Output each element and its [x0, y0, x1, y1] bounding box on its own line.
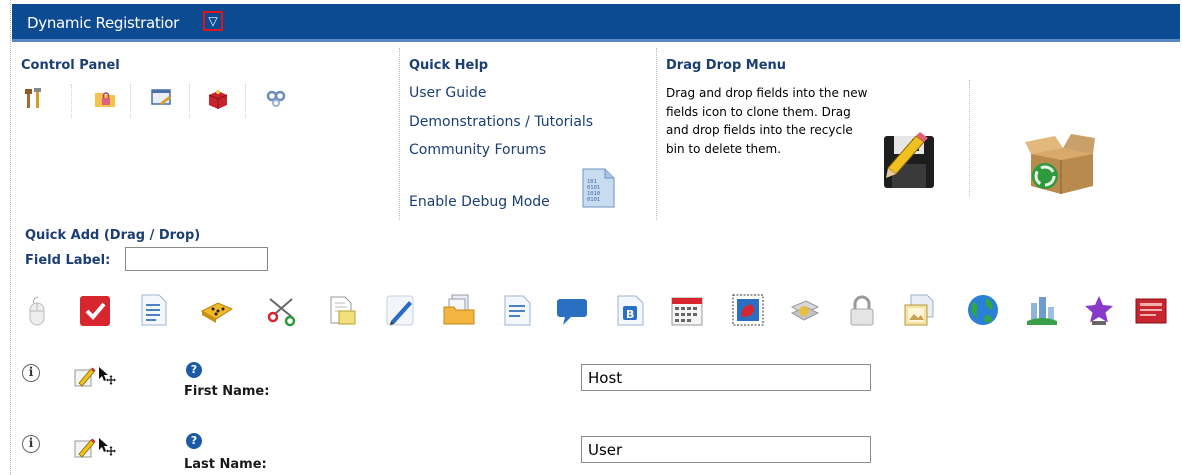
separator — [130, 84, 131, 118]
pen-icon[interactable] — [383, 293, 417, 327]
separator — [71, 84, 72, 118]
list-document-icon[interactable] — [137, 293, 171, 327]
city-icon[interactable] — [1025, 293, 1059, 327]
binary-document-icon[interactable]: 101 0101 1010 0101 — [580, 167, 616, 209]
recycle-bin-icon[interactable] — [1023, 130, 1097, 196]
module-title: Dynamic Registratior — [27, 14, 180, 32]
info-icon[interactable]: i — [22, 435, 40, 453]
column-divider — [399, 48, 400, 220]
gears-icon[interactable] — [264, 86, 288, 110]
move-field-icon[interactable] — [97, 366, 117, 386]
calendar-icon[interactable] — [670, 293, 704, 327]
column-divider — [656, 48, 657, 220]
document-copy-icon[interactable] — [325, 293, 359, 327]
banner-icon[interactable] — [1134, 293, 1168, 327]
folder-documents-icon[interactable] — [442, 293, 476, 327]
move-field-icon[interactable] — [97, 437, 117, 457]
user-guide-link[interactable]: User Guide — [409, 85, 486, 101]
scissors-icon[interactable] — [264, 293, 298, 327]
module-titlebar: Dynamic Registratior ▽ — [12, 4, 1180, 42]
last-name-input[interactable] — [581, 436, 871, 463]
enable-debug-mode-link[interactable]: Enable Debug Mode — [409, 194, 550, 210]
help-icon[interactable]: ? — [186, 362, 202, 378]
speech-bubble-icon[interactable] — [555, 293, 589, 327]
first-name-input[interactable] — [581, 364, 871, 391]
first-name-label: First Name: — [184, 384, 270, 399]
separator — [245, 84, 246, 118]
image-document-icon[interactable] — [903, 293, 937, 327]
window-edit-icon[interactable] — [150, 86, 174, 110]
svg-text:0101: 0101 — [587, 197, 600, 203]
edit-field-icon[interactable] — [74, 437, 96, 459]
stamp-icon[interactable] — [731, 293, 765, 327]
help-icon[interactable]: ? — [186, 433, 202, 449]
globe-icon[interactable] — [966, 293, 1000, 327]
checkbox-icon[interactable] — [78, 293, 112, 327]
demonstrations-tutorials-link[interactable]: Demonstrations / Tutorials — [409, 114, 593, 130]
padlock-icon[interactable] — [845, 293, 879, 327]
community-forums-link[interactable]: Community Forums — [409, 142, 546, 158]
tools-icon[interactable] — [22, 86, 46, 110]
dice-icon[interactable] — [200, 293, 234, 327]
text-document-icon[interactable] — [500, 293, 534, 327]
quick-add-heading: Quick Add (Drag / Drop) — [25, 228, 201, 243]
drag-drop-instructions: Drag and drop fields into the new fields… — [666, 86, 868, 156]
bold-document-icon[interactable]: B — [613, 293, 647, 327]
info-icon[interactable]: i — [22, 364, 40, 382]
folder-lock-icon[interactable] — [93, 86, 117, 110]
svg-text:B: B — [626, 308, 634, 321]
separator — [189, 84, 190, 118]
star-icon[interactable] — [1082, 293, 1116, 327]
edit-field-icon[interactable] — [74, 366, 96, 388]
floppy-pencil-icon[interactable] — [878, 128, 942, 192]
gift-box-icon[interactable] — [206, 86, 230, 110]
field-label-input[interactable] — [125, 247, 268, 271]
control-panel-heading: Control Panel — [21, 58, 120, 73]
layers-icon[interactable] — [788, 293, 822, 327]
drag-drop-menu-heading: Drag Drop Menu — [666, 58, 787, 73]
column-divider — [969, 80, 970, 196]
quick-help-heading: Quick Help — [409, 58, 489, 73]
field-label-label: Field Label: — [25, 253, 111, 268]
module-menu-dropdown-icon[interactable]: ▽ — [203, 11, 223, 31]
mouse-icon[interactable] — [20, 293, 54, 327]
last-name-label: Last Name: — [184, 457, 267, 472]
